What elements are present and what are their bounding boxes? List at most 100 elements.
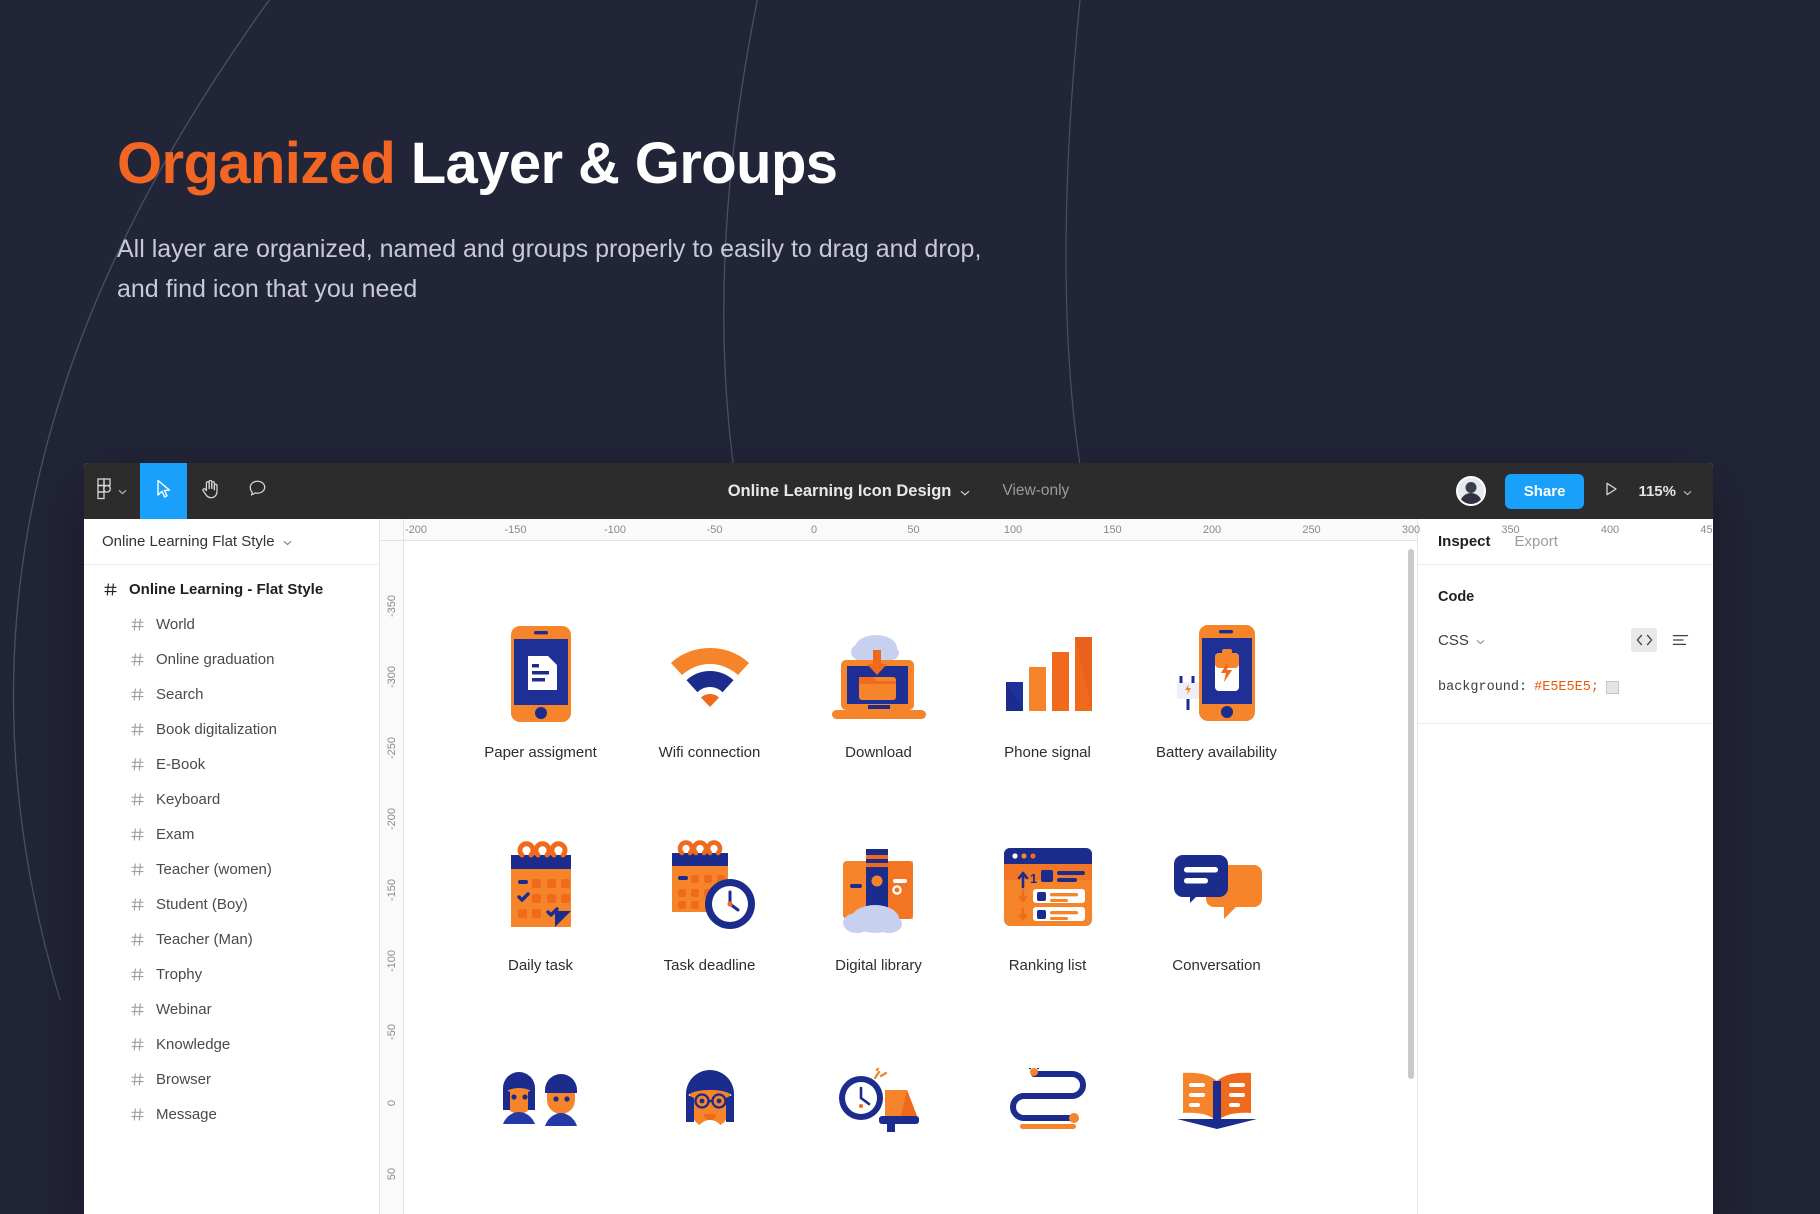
component-hash-icon — [131, 933, 144, 946]
code-language-select[interactable]: CSS — [1438, 632, 1485, 649]
inspect-panel: Inspect Export Code CSS background: #E5E… — [1417, 519, 1713, 1214]
svg-text:1: 1 — [1030, 871, 1037, 886]
layer-item[interactable]: Teacher (Man) — [84, 922, 379, 957]
layer-item[interactable]: Online Learning - Flat Style — [84, 572, 379, 607]
icon-cell[interactable] — [456, 1042, 625, 1214]
layers-panel: Online Learning Flat Style Online Learni… — [84, 519, 380, 1214]
phone-document-icon — [510, 616, 572, 732]
layer-item[interactable]: E-Book — [84, 747, 379, 782]
ruler-tick-h: 450 — [1700, 524, 1713, 536]
component-hash-icon — [131, 1038, 144, 1051]
comment-tool-button[interactable] — [234, 463, 281, 519]
ruler-tick-h: 250 — [1302, 524, 1321, 536]
layer-item-label: Exam — [156, 826, 195, 843]
icon-label: Battery availability — [1156, 744, 1277, 761]
layer-item[interactable]: Book digitalization — [84, 712, 379, 747]
move-tool-button[interactable] — [140, 463, 187, 519]
canvas-area[interactable]: -200 -150 -100 -50 0 50 100 150 200 250 300 350 400 4… — [380, 519, 1713, 1214]
layer-item-label: Teacher (women) — [156, 861, 272, 878]
signal-bars-icon — [1004, 616, 1092, 732]
chevron-down-icon — [1683, 483, 1692, 500]
figma-main-menu-button[interactable] — [84, 463, 140, 519]
layer-item-label: Knowledge — [156, 1036, 231, 1053]
component-hash-icon — [131, 898, 144, 911]
canvas-vertical-scrollbar[interactable] — [1408, 549, 1414, 1079]
ruler-tick-h: 350 — [1501, 524, 1520, 536]
chevron-down-icon — [283, 533, 292, 550]
layer-item[interactable]: Teacher (women) — [84, 852, 379, 887]
chevron-down-icon — [1476, 632, 1485, 649]
layer-item[interactable]: Trophy — [84, 957, 379, 992]
page-title-accent: Organized — [117, 131, 396, 196]
layer-item[interactable]: Online graduation — [84, 642, 379, 677]
layer-item-label: Book digitalization — [156, 721, 277, 738]
component-hash-icon — [131, 1003, 144, 1016]
icon-cell[interactable]: Daily task — [456, 829, 625, 1042]
icon-cell[interactable] — [963, 1042, 1132, 1214]
layer-item-label: Student (Boy) — [156, 896, 248, 913]
artboard[interactable]: Paper assigment Wifi connection Download Ph… — [404, 541, 1417, 1214]
user-avatar[interactable] — [1455, 476, 1486, 506]
icon-cell[interactable]: Task deadline — [625, 829, 794, 1042]
layer-item[interactable]: Webinar — [84, 992, 379, 1027]
layer-item[interactable]: Keyboard — [84, 782, 379, 817]
document-title-text: Online Learning Icon Design — [727, 481, 952, 500]
layer-item[interactable]: Exam — [84, 817, 379, 852]
toolbar-left-tools — [84, 463, 281, 519]
icon-label: Paper assigment — [484, 744, 597, 761]
layer-item-label: Search — [156, 686, 204, 703]
component-hash-icon — [131, 618, 144, 631]
icon-cell[interactable] — [625, 1042, 794, 1214]
ruler-tick-v: -250 — [386, 736, 398, 760]
code-brackets-icon[interactable] — [1631, 628, 1657, 652]
layer-item-label: Online graduation — [156, 651, 275, 668]
layer-item[interactable]: World — [84, 607, 379, 642]
layer-item-label: Trophy — [156, 966, 203, 983]
tab-inspect[interactable]: Inspect — [1438, 533, 1491, 550]
ruler-tick-h: -50 — [706, 524, 723, 536]
layer-item[interactable]: Message — [84, 1097, 379, 1132]
play-triangle-icon[interactable] — [1603, 481, 1619, 502]
icon-label: Digital library — [835, 957, 922, 974]
document-title-button[interactable]: Online Learning Icon Design — [728, 482, 971, 501]
icon-label: Conversation — [1172, 957, 1261, 974]
tab-export[interactable]: Export — [1515, 533, 1558, 550]
icon-cell[interactable]: Download — [794, 616, 963, 829]
ruler-tick-v: -350 — [386, 594, 398, 618]
chat-bubbles-icon — [1170, 829, 1264, 945]
layer-item[interactable]: Browser — [84, 1062, 379, 1097]
layer-item-label: Keyboard — [156, 791, 221, 808]
open-book-icon — [1173, 1042, 1261, 1158]
hand-tool-button[interactable] — [187, 463, 234, 519]
clock-desk-icon — [831, 1042, 927, 1158]
icon-cell[interactable]: Battery availability — [1132, 616, 1301, 829]
icon-cell[interactable]: Paper assigment — [456, 616, 625, 829]
icon-cell[interactable]: Phone signal — [963, 616, 1132, 829]
ruler-tick-v: 50 — [386, 1167, 398, 1181]
icon-cell[interactable]: 1 Ranking list — [963, 829, 1132, 1042]
share-button[interactable]: Share — [1504, 473, 1585, 509]
code-view-toggles — [1631, 628, 1693, 652]
list-lines-icon[interactable] — [1667, 628, 1693, 652]
layer-item[interactable]: Search — [84, 677, 379, 712]
page-selector[interactable]: Online Learning Flat Style — [84, 519, 379, 565]
girl-glasses-icon — [674, 1042, 746, 1158]
layer-item[interactable]: Student (Boy) — [84, 887, 379, 922]
ruler-tick-h: -150 — [504, 524, 527, 536]
layer-item[interactable]: Knowledge — [84, 1027, 379, 1062]
browser-ranking-icon: 1 — [1001, 829, 1095, 945]
icon-cell[interactable] — [794, 1042, 963, 1214]
zoom-level-button[interactable]: 115% — [1638, 483, 1692, 500]
component-hash-icon — [131, 653, 144, 666]
icon-cell[interactable]: Conversation — [1132, 829, 1301, 1042]
css-property: background: — [1438, 680, 1528, 695]
icon-cell[interactable] — [1132, 1042, 1301, 1214]
icon-cell[interactable]: Digital library — [794, 829, 963, 1042]
icon-label: Ranking list — [1008, 957, 1087, 974]
code-section: Code CSS background: #E5E5E5; — [1418, 565, 1713, 695]
code-heading: Code — [1438, 589, 1475, 605]
horizontal-ruler: -200 -150 -100 -50 0 50 100 150 200 250 300 350 400 4… — [404, 519, 1713, 541]
icon-cell[interactable]: Wifi connection — [625, 616, 794, 829]
chevron-down-icon — [118, 482, 127, 500]
figma-body: Online Learning Flat Style Online Learni… — [84, 519, 1713, 1214]
